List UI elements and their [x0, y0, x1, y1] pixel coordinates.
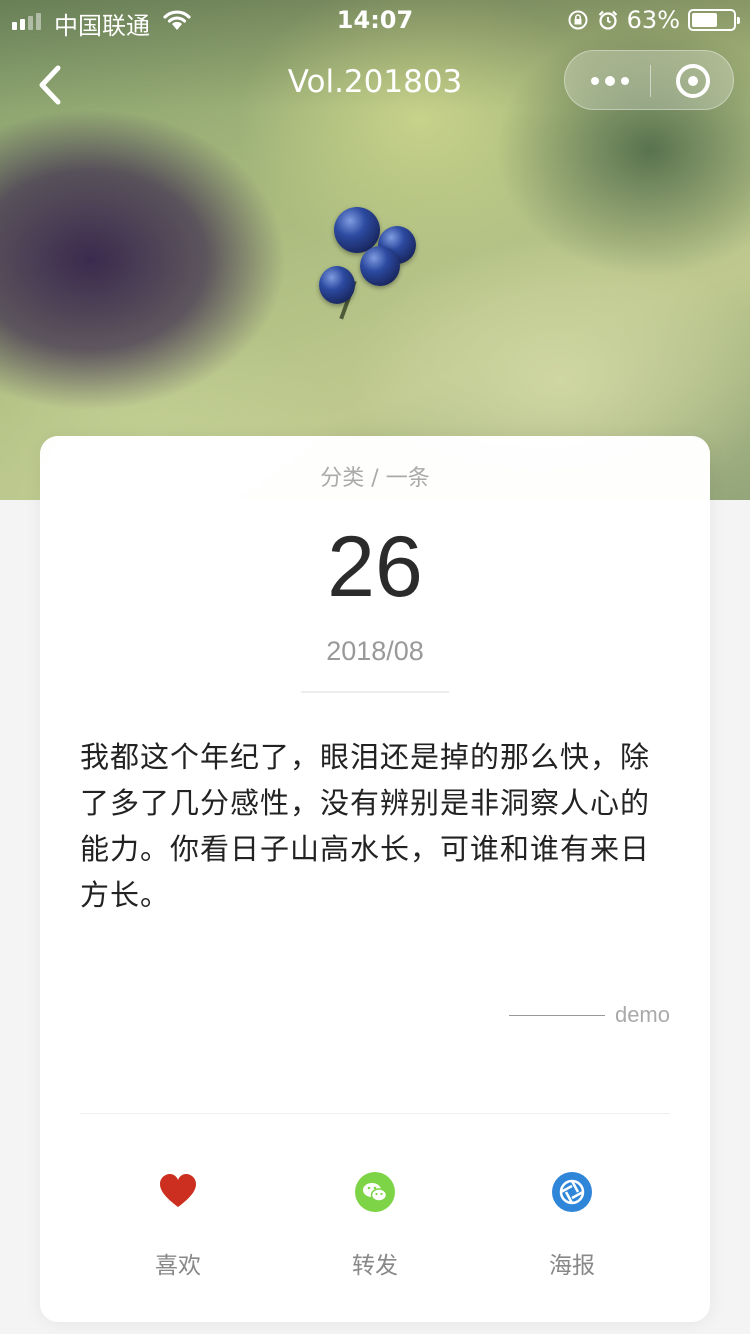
close-program-button[interactable] [651, 51, 735, 109]
divider [80, 1113, 670, 1114]
signature-text: demo [614, 1002, 670, 1027]
like-label: 喜欢 [155, 1253, 201, 1279]
navigation-bar: Vol.201803 [0, 42, 750, 128]
like-button[interactable]: 喜欢 [103, 1172, 253, 1282]
quote-text: 我都这个年纪了，眼泪还是掉的那么快，除了多了几分感性，没有辨别是非洞察人心的能力… [80, 740, 651, 912]
heart-icon [160, 1174, 196, 1207]
divider [301, 691, 449, 693]
battery-icon [688, 9, 740, 31]
category-label: 分类 / 一条 [320, 466, 430, 491]
poster-button[interactable]: 海报 [497, 1172, 647, 1282]
poster-label: 海报 [549, 1253, 595, 1279]
signature: demo [508, 1002, 670, 1028]
alarm-icon [598, 10, 617, 30]
status-bar: 中国联通 14:07 63% [0, 0, 750, 42]
battery-fill [692, 13, 717, 27]
day-number: 26 [327, 519, 423, 615]
article-card: 分类 / 一条 26 2018/08 我都这个年纪了，眼泪还是掉的那么快，除了多… [40, 436, 710, 1322]
action-bar: 喜欢 转发 海报 [40, 1172, 710, 1282]
berry [319, 266, 355, 304]
signature-line [508, 1014, 605, 1016]
berry [334, 207, 380, 253]
mini-program-capsule [564, 50, 734, 110]
more-options-button[interactable] [565, 51, 650, 109]
wechat-icon [355, 1172, 395, 1212]
share-label: 转发 [352, 1253, 398, 1279]
rotation-lock-icon [568, 10, 588, 30]
year-month: 2018/08 [326, 636, 424, 666]
aperture-icon [552, 1172, 592, 1212]
berry [378, 226, 416, 264]
battery-percent: 63% [626, 6, 680, 34]
share-button[interactable]: 转发 [300, 1172, 450, 1282]
berry [360, 246, 400, 286]
